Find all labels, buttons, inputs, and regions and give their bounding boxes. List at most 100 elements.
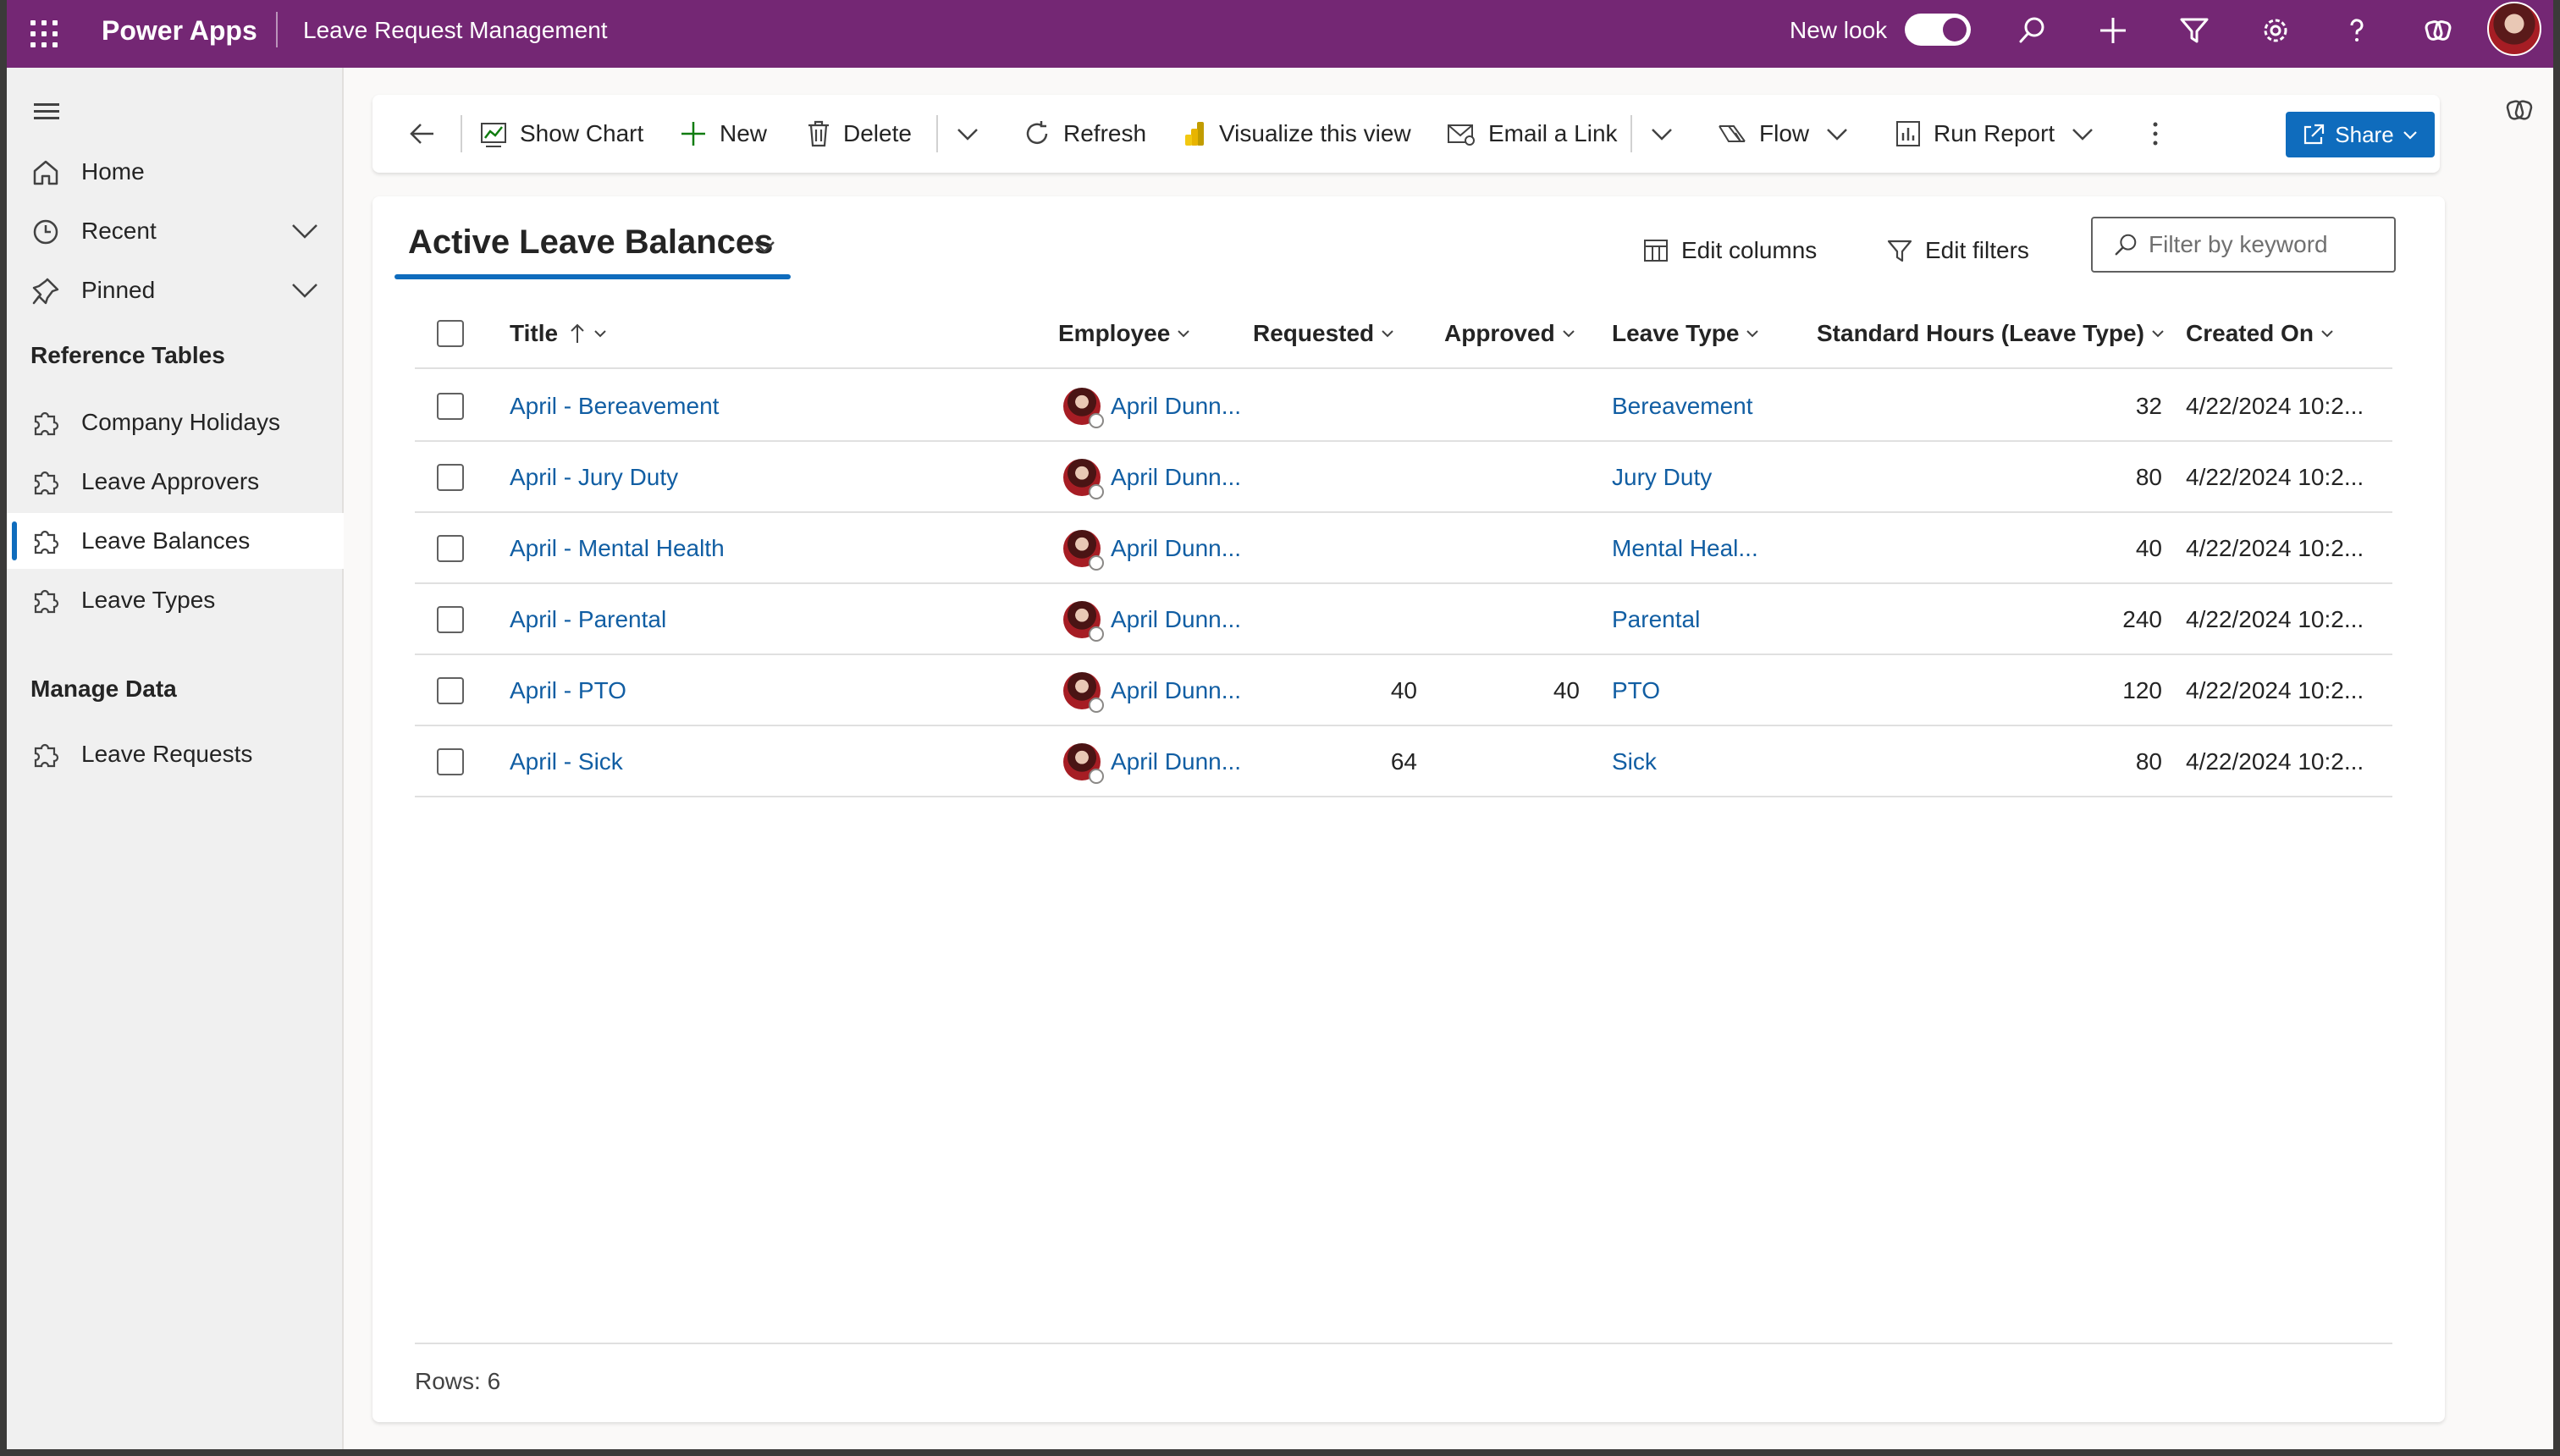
cell-title[interactable]: April - PTO (510, 655, 626, 726)
app-launcher-icon[interactable] (29, 19, 59, 49)
plus-icon[interactable] (2094, 12, 2132, 49)
column-header-title[interactable]: Title (510, 298, 609, 369)
cell-title[interactable]: April - Jury Duty (510, 442, 678, 513)
presence-status-icon (1089, 626, 1104, 642)
cell-title[interactable]: April - Mental Health (510, 513, 725, 584)
table-row[interactable]: April - Bereavement April Dunn... Bereavem… (415, 371, 2392, 442)
column-header-created-on[interactable]: Created On (2186, 298, 2336, 369)
column-header-requested[interactable]: Requested (1253, 298, 1396, 369)
chevron-down-icon (2403, 131, 2417, 140)
hamburger-menu-icon[interactable] (30, 97, 64, 127)
chevron-down-icon[interactable] (290, 218, 320, 244)
cell-employee[interactable]: April Dunn... (1111, 371, 1241, 442)
cell-title[interactable]: April - Parental (510, 584, 666, 655)
row-checkbox[interactable] (437, 535, 464, 562)
help-icon[interactable] (2338, 12, 2375, 49)
email-link-button[interactable]: Email a Link (1446, 95, 1618, 173)
cell-employee[interactable]: April Dunn... (1111, 584, 1241, 655)
sidebar-item-leave-requests[interactable]: Leave Requests (7, 726, 344, 782)
grid-header-row: Title Employee Requested Approved Leave … (415, 298, 2392, 369)
copilot-icon[interactable] (2501, 91, 2538, 129)
table-row[interactable]: April - PTO April Dunn... 40 40 PTO 120 4/22/2… (415, 655, 2392, 726)
share-button[interactable]: Share (2286, 112, 2435, 157)
edit-columns-button[interactable]: Edit columns (1642, 230, 1817, 271)
more-commands-button[interactable] (2147, 95, 2176, 173)
cell-employee[interactable]: April Dunn... (1111, 513, 1241, 584)
cell-title[interactable]: April - Sick (510, 726, 623, 797)
email-icon (1448, 124, 1475, 146)
cell-leave-type[interactable]: PTO (1612, 655, 1660, 726)
sidebar-item-recent[interactable]: Recent (7, 203, 344, 259)
sidebar-item-leave-types[interactable]: Leave Types (7, 572, 344, 628)
sidebar-item-pinned[interactable]: Pinned (7, 262, 344, 318)
power-bi-icon (1185, 122, 1204, 146)
copilot-icon[interactable] (2419, 12, 2457, 49)
employee-avatar (1063, 388, 1104, 428)
refresh-button[interactable]: Refresh (1023, 95, 1146, 173)
sidebar-item-label: Recent (81, 218, 157, 244)
command-bar: Show Chart New Delete Refresh Visualize … (372, 95, 2440, 173)
cell-leave-type[interactable]: Jury Duty (1612, 442, 1712, 513)
select-all-checkbox[interactable] (437, 320, 464, 347)
cell-title[interactable]: April - Bereavement (510, 371, 719, 442)
back-button[interactable] (408, 95, 449, 173)
column-header-label: Leave Type (1612, 320, 1740, 346)
table-row[interactable]: April - Jury Duty April Dunn... Jury Duty 8… (415, 442, 2392, 513)
app-name[interactable]: Power Apps (102, 15, 257, 47)
cell-employee[interactable]: April Dunn... (1111, 655, 1241, 726)
row-checkbox[interactable] (437, 677, 464, 704)
section-manage-data: Manage Data (30, 676, 177, 702)
table-row[interactable]: April - Parental April Dunn... Parental 240… (415, 584, 2392, 655)
cell-leave-type[interactable]: Parental (1612, 584, 1700, 655)
cell-created-on: 4/22/2024 10:2... (2186, 748, 2364, 775)
row-checkbox[interactable] (437, 393, 464, 420)
cell-created-on: 4/22/2024 10:2... (2186, 606, 2364, 632)
chevron-down-icon[interactable] (290, 278, 320, 303)
employee-avatar (1063, 459, 1104, 499)
column-header-standard-hours[interactable]: Standard Hours (Leave Type) (1817, 298, 2166, 369)
row-checkbox[interactable] (437, 606, 464, 633)
edit-filters-button[interactable]: Edit filters (1886, 230, 2029, 271)
table-row[interactable]: April - Mental Health April Dunn... Mental… (415, 513, 2392, 584)
sidebar-item-leave-approvers[interactable]: Leave Approvers (7, 454, 344, 510)
table-row[interactable]: April - Sick April Dunn... 64 Sick 80 4/22/20… (415, 726, 2392, 797)
column-header-approved[interactable]: Approved (1444, 298, 1577, 369)
show-chart-button[interactable]: Show Chart (479, 95, 643, 173)
row-checkbox[interactable] (437, 748, 464, 775)
cell-leave-type[interactable]: Mental Heal... (1612, 513, 1758, 584)
cell-standard-hours: 80 (2135, 464, 2162, 490)
flow-button[interactable]: Flow (1717, 95, 1862, 173)
row-checkbox[interactable] (437, 464, 464, 491)
app-title[interactable]: Leave Request Management (303, 17, 608, 44)
sidebar: Home Recent Pinned Reference Tables Comp… (7, 68, 344, 1449)
run-report-button[interactable]: Run Report (1895, 95, 2107, 173)
sidebar-item-home[interactable]: Home (7, 144, 344, 200)
cell-approved (1444, 371, 1580, 442)
cell-created-on: 4/22/2024 10:2... (2186, 393, 2364, 419)
new-look-toggle[interactable] (1905, 14, 1971, 46)
filter-icon[interactable] (2176, 12, 2213, 49)
search-icon[interactable] (2013, 12, 2050, 49)
view-selector-title[interactable]: Active Leave Balances (408, 223, 773, 262)
filter-by-keyword-input[interactable] (2149, 231, 2394, 258)
visualize-view-button[interactable]: Visualize this view (1182, 95, 1411, 173)
more-delete-options-button[interactable] (955, 95, 992, 173)
cell-leave-type[interactable]: Sick (1612, 726, 1657, 797)
chevron-down-icon[interactable] (752, 237, 777, 257)
cell-requested (1253, 513, 1417, 584)
column-header-employee[interactable]: Employee (1058, 298, 1192, 369)
filter-by-keyword-box[interactable] (2091, 217, 2396, 273)
new-button[interactable]: New (679, 95, 767, 173)
section-reference-tables: Reference Tables (30, 342, 225, 368)
delete-button[interactable]: Delete (806, 95, 912, 173)
user-avatar[interactable] (2487, 2, 2541, 56)
column-header-leave-type[interactable]: Leave Type (1612, 298, 1761, 369)
more-email-options-button[interactable] (1649, 95, 1686, 173)
settings-icon[interactable] (2257, 12, 2294, 49)
sidebar-item-leave-balances[interactable]: Leave Balances (7, 513, 344, 569)
column-header-label: Created On (2186, 320, 2314, 346)
cell-employee[interactable]: April Dunn... (1111, 726, 1241, 797)
cell-employee[interactable]: April Dunn... (1111, 442, 1241, 513)
sidebar-item-company-holidays[interactable]: Company Holidays (7, 394, 344, 450)
cell-leave-type[interactable]: Bereavement (1612, 371, 1753, 442)
